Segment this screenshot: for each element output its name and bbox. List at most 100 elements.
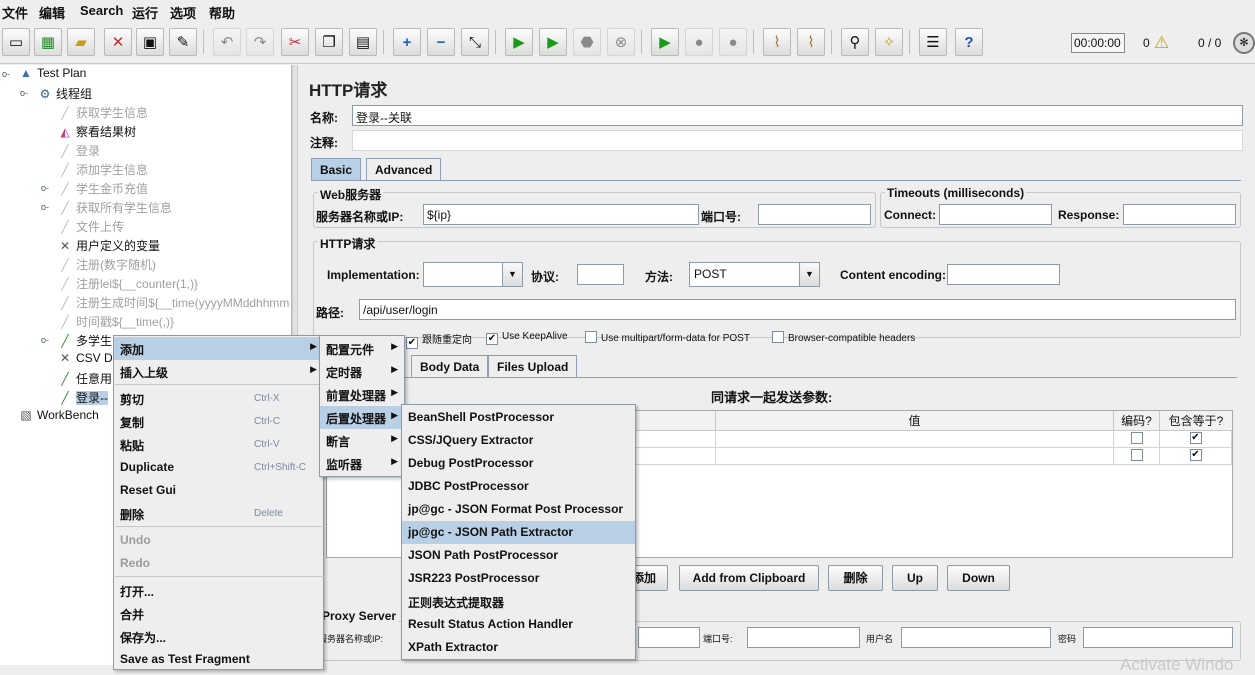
menu-item-config-element[interactable]: 配置元件 ▶ [320,337,404,360]
response-timeout-field[interactable] [1123,204,1236,225]
tree-node-sampler[interactable]: ╱ 文件上传 [57,218,124,235]
proxy-password-field[interactable] [1083,627,1233,648]
search-icon[interactable]: ⚲ [841,28,869,56]
connect-timeout-field[interactable] [939,204,1052,225]
menu-options[interactable]: 选项 [170,3,196,22]
menu-item-post-processor[interactable]: 后置处理器 ▶ [320,406,404,429]
path-field[interactable]: /api/user/login [359,299,1236,320]
menu-item-save-as[interactable]: 保存为... [114,625,323,648]
tree-node-sampler[interactable]: ╱ 获取所有学生信息 [57,199,172,216]
keepalive-checkbox[interactable]: ✔ Use KeepAlive [486,331,568,345]
tab-files-upload[interactable]: Files Upload [488,355,578,377]
add-from-clipboard-button[interactable]: Add from Clipboard [679,565,819,591]
menu-search[interactable]: Search [80,3,123,18]
implementation-select[interactable]: ▼ [423,262,523,287]
menu-item-json-format-post-processor[interactable]: jp@gc - JSON Format Post Processor [402,498,635,521]
toggle-icon[interactable]: ⤡ [461,28,489,56]
tree-node-selected[interactable]: ╱ 登录-- [57,389,108,406]
redo-icon[interactable]: ↷ [246,28,274,56]
menu-item-pre-processor[interactable]: 前置处理器 ▶ [320,383,404,406]
undo-icon[interactable]: ↶ [213,28,241,56]
menu-item-json-path-postprocessor[interactable]: JSON Path PostProcessor [402,544,635,567]
server-field[interactable]: ${ip} [423,204,699,225]
delete-button[interactable]: 删除 [828,565,883,591]
save-icon[interactable]: ▣ [136,28,164,56]
collapse-icon[interactable]: − [427,28,455,56]
tree-node-sampler[interactable]: ╱ 注册lei${__counter(1,)} [57,275,198,292]
include-equals-checkbox[interactable]: ✔ [1160,448,1232,465]
save-screenshot-icon[interactable]: ✎ [169,28,197,56]
tab-advanced[interactable]: Advanced [366,158,442,180]
menu-item-css-jquery-extractor[interactable]: CSS/JQuery Extractor [402,429,635,452]
down-button[interactable]: Down [947,565,1010,591]
encoding-field[interactable] [947,264,1060,285]
tree-node-sampler[interactable]: ╱ 登录 [57,142,100,159]
menu-item-delete[interactable]: 删除 Delete [114,502,323,525]
start-no-pause-icon[interactable]: ▶ [539,28,567,56]
browser-headers-checkbox[interactable]: Browser-compatible headers [772,331,915,344]
name-field[interactable]: 登录--关联 [352,105,1243,126]
proxy-server-field[interactable] [638,627,700,648]
menu-help[interactable]: 帮助 [209,3,235,22]
menu-item-regex-extractor[interactable]: 正则表达式提取器 [402,590,635,613]
menu-item-cut[interactable]: 剪切 Ctrl-X [114,387,323,410]
open-icon[interactable]: ▰ [67,28,95,56]
clear-icon[interactable]: ⌇ [763,28,791,56]
reset-search-icon[interactable]: ✧ [875,28,903,56]
function-helper-icon[interactable]: ☰ [919,28,947,56]
tree-node-sampler[interactable]: ╱ 任意用 [57,370,112,387]
warning-icon[interactable]: ⚠ [1154,33,1169,53]
remote-stop-icon[interactable]: ● [685,28,713,56]
include-equals-checkbox[interactable]: ✔ [1160,431,1232,448]
menu-edit[interactable]: 编辑 [39,3,65,22]
menu-item-listener[interactable]: 监听器 ▶ [320,452,404,475]
remote-globe-icon[interactable]: ✻ [1233,32,1255,54]
menu-item-copy[interactable]: 复制 Ctrl-C [114,410,323,433]
tree-node-workbench[interactable]: ▧ WorkBench [18,408,98,422]
tree-node-sampler[interactable]: ╱ 多学生 [57,332,112,349]
menu-item-reset-gui[interactable]: Reset Gui [114,479,323,502]
close-icon[interactable]: ✕ [104,28,132,56]
menu-item-open[interactable]: 打开... [114,579,323,602]
menu-run[interactable]: 运行 [132,3,158,22]
stop-icon[interactable]: ⬣ [573,28,601,56]
tree-node-sampler[interactable]: ╱ 注册(数字随机) [57,256,156,273]
encode-checkbox[interactable] [1114,431,1160,448]
menu-item-xpath-extractor[interactable]: XPath Extractor [402,636,635,659]
expand-icon[interactable]: + [393,28,421,56]
tree-node-test-plan[interactable]: ▲ Test Plan [18,66,86,80]
menu-item-result-status-action-handler[interactable]: Result Status Action Handler [402,613,635,636]
proxy-port-field[interactable] [747,627,860,648]
tree-node-sampler[interactable]: ╱ 学生金币充值 [57,180,148,197]
tree-node-listener[interactable]: ◭ 察看结果树 [57,123,136,140]
tree-node-sampler[interactable]: ╱ 获取学生信息 [57,104,148,121]
port-field[interactable] [758,204,871,225]
clear-all-icon[interactable]: ⌇ [797,28,825,56]
menu-item-beanshell-postprocessor[interactable]: BeanShell PostProcessor [402,406,635,429]
start-icon[interactable]: ▶ [505,28,533,56]
table-cell[interactable] [716,448,1114,465]
proxy-username-field[interactable] [901,627,1051,648]
method-select[interactable]: POST ▼ [689,262,820,287]
table-cell[interactable] [716,431,1114,448]
menu-item-redo[interactable]: Redo [114,552,323,575]
tree-node-sampler[interactable]: ╱ 时间戳${__time(,)} [57,313,174,330]
cut-icon[interactable]: ✂ [281,28,309,56]
menu-item-json-path-extractor[interactable]: jp@gc - JSON Path Extractor [402,521,635,544]
menu-file[interactable]: 文件 [2,3,28,22]
menu-item-save-as-test-fragment[interactable]: Save as Test Fragment [114,648,323,671]
new-icon[interactable]: ▭ [2,28,30,56]
tab-basic[interactable]: Basic [311,158,362,180]
tree-node-config[interactable]: ✕ CSV D [57,351,113,365]
templates-icon[interactable]: ▦ [34,28,62,56]
menu-item-timer[interactable]: 定时器 ▶ [320,360,404,383]
follow-redirects-checkbox[interactable]: ✔ 跟随重定向 [406,331,472,349]
tree-node-config[interactable]: ✕ 用户定义的变量 [57,237,160,254]
paste-icon[interactable]: ▤ [349,28,377,56]
menu-item-add[interactable]: 添加 ▶ [114,337,323,360]
menu-item-jdbc-postprocessor[interactable]: JDBC PostProcessor [402,475,635,498]
comment-field[interactable] [352,130,1243,151]
menu-item-jsr223-postprocessor[interactable]: JSR223 PostProcessor [402,567,635,590]
menu-item-insert-parent[interactable]: 插入上级 ▶ [114,360,323,383]
menu-item-merge[interactable]: 合并 [114,602,323,625]
